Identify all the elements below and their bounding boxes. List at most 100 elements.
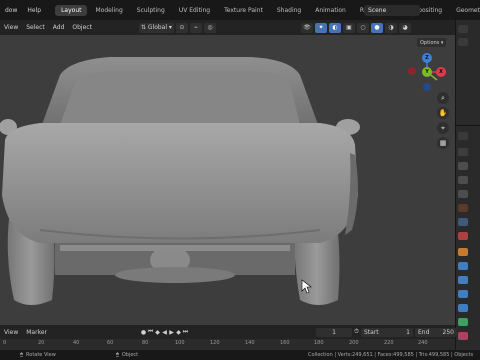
scene-name: Scene [368, 7, 387, 14]
chevron-down-icon: ▾ [167, 24, 172, 31]
tab-texture-paint[interactable]: Texture Paint [218, 5, 269, 16]
ruler-tick: 80 [142, 340, 149, 346]
jump-end-icon[interactable]: ⏭ [182, 328, 189, 337]
gizmo-z-axis[interactable]: Z [422, 53, 432, 63]
modifier-icon[interactable] [458, 262, 468, 270]
ruler-tick: 0 [3, 340, 7, 346]
camera-icon[interactable]: ⌖ [437, 122, 449, 134]
physics-icon[interactable] [458, 290, 468, 298]
play-icon[interactable]: ▶ [168, 328, 175, 337]
material-properties-icon[interactable] [458, 332, 468, 340]
rendered-shading-icon[interactable]: ◕ [399, 22, 411, 33]
perspective-grid-icon[interactable]: ▦ [437, 137, 449, 149]
record-icon[interactable]: ● [140, 328, 147, 337]
timeline-menu-view[interactable]: View [0, 329, 22, 336]
viewport-header: View Select Add Object ⇅ Global ▾ ⊙ ⌁ ◎ … [0, 20, 455, 35]
car-model [0, 57, 360, 305]
visibility-icon[interactable]: 👁 [301, 22, 313, 33]
end-frame-field[interactable]: End 250 [415, 327, 457, 337]
properties-panel [455, 20, 480, 350]
tab-shading[interactable]: Shading [271, 5, 307, 16]
transform-orientation-dropdown[interactable]: ⇅ Global ▾ [138, 22, 174, 33]
tab-modeling[interactable]: Modeling [89, 5, 128, 16]
tab-layout[interactable]: Layout [55, 4, 88, 16]
outliner-filter-icon[interactable] [458, 25, 468, 33]
ruler-tick: 160 [280, 340, 290, 346]
render-properties-icon[interactable] [458, 162, 468, 170]
collection-icon[interactable] [458, 38, 468, 46]
gizmo-neg-x-axis[interactable] [408, 67, 416, 75]
timeline-menu-marker[interactable]: Marker [22, 329, 51, 336]
timeline-header: View Marker ● ⏮ ◆ ◀ ▶ ◆ ⏭ 1 ⏱ Start 1 En… [0, 325, 457, 339]
gizmo-x-axis[interactable]: X [436, 67, 446, 77]
tab-sculpting[interactable]: Sculpting [131, 5, 171, 16]
material-shading-icon[interactable]: ◑ [385, 22, 397, 33]
pan-hand-icon[interactable]: ✋ [437, 107, 449, 119]
stopwatch-icon[interactable]: ⏱ [353, 328, 360, 337]
menu-add[interactable]: Add [49, 24, 69, 31]
tab-geometry-nodes[interactable]: Geometry N [450, 5, 480, 16]
snap-icon[interactable]: ⌁ [189, 22, 202, 33]
gizmo-neg-z-axis[interactable] [423, 83, 431, 91]
ruler-tick: 180 [314, 340, 324, 346]
mouse-icon: 🖱 [115, 352, 119, 358]
output-properties-icon[interactable] [458, 176, 468, 184]
search-icon[interactable] [458, 132, 468, 140]
ruler-tick: 100 [175, 340, 185, 346]
ruler-tick: 220 [384, 340, 394, 346]
start-frame-field[interactable]: Start 1 [361, 327, 413, 337]
pivot-icon[interactable]: ⊙ [175, 22, 188, 33]
object-properties-icon[interactable] [458, 248, 468, 256]
ruler-tick: 200 [349, 340, 359, 346]
jump-start-icon[interactable]: ⏮ [147, 328, 154, 337]
ruler-tick: 120 [210, 340, 220, 346]
ruler-tick: 240 [418, 340, 428, 346]
play-reverse-icon[interactable]: ◀ [161, 328, 168, 337]
prev-keyframe-icon[interactable]: ◆ [154, 328, 161, 337]
ruler-tick: 60 [107, 340, 114, 346]
view-layer-icon[interactable] [458, 190, 468, 198]
menu-view[interactable]: View [0, 24, 22, 31]
solid-shading-icon[interactable]: ● [371, 22, 383, 33]
tool-settings-icon[interactable] [458, 148, 468, 156]
particles-icon[interactable] [458, 276, 468, 284]
options-button[interactable]: Options ▾ [417, 38, 447, 47]
status-bar: 🖱 Rotate View 🖱 Object Collection | Vert… [0, 350, 480, 360]
ruler-tick: 40 [73, 340, 80, 346]
top-bar: dow Help Layout Modeling Sculpting UV Ed… [0, 0, 480, 20]
rear-window [60, 71, 300, 125]
car-body [2, 123, 358, 243]
scene-statistics: Collection | Verts:249,651 | Faces:499,5… [308, 352, 474, 358]
world-properties-icon[interactable] [458, 218, 468, 226]
zoom-icon[interactable]: ⌕ [437, 92, 449, 104]
gizmo-y-axis[interactable]: Y [422, 67, 432, 77]
tool-shelf-toggle[interactable] [2, 37, 8, 47]
menu-object[interactable]: Object [68, 24, 96, 31]
mouse-icon: 🖱 [20, 352, 24, 358]
orientation-icon: ⇅ [140, 24, 148, 31]
timeline-ruler[interactable]: 0 20 40 60 80 100 120 140 160 180 200 22… [0, 339, 455, 350]
ruler-tick: 20 [38, 340, 45, 346]
menu-help[interactable]: Help [22, 7, 46, 14]
status-mid-action: Object [121, 352, 139, 358]
current-frame-field[interactable]: 1 [316, 327, 352, 337]
data-properties-icon[interactable] [458, 318, 468, 326]
chevron-down-icon: ▾ [439, 39, 444, 46]
next-keyframe-icon[interactable]: ◆ [175, 328, 182, 337]
scene-selector[interactable]: Scene [364, 5, 420, 16]
gizmo-toggle-icon[interactable]: ✦ [315, 22, 327, 33]
constraints-icon[interactable] [458, 304, 468, 312]
scene-properties-icon[interactable] [458, 204, 468, 212]
wireframe-shading-icon[interactable]: ○ [357, 22, 369, 33]
menu-window[interactable]: dow [0, 7, 22, 14]
status-left-action: Rotate View [26, 352, 56, 358]
xray-icon[interactable]: ▣ [343, 22, 355, 33]
menu-select[interactable]: Select [22, 24, 49, 31]
3d-viewport[interactable]: X Z Y ⌕ ✋ ⌖ ▦ [0, 35, 455, 325]
ruler-tick: 140 [245, 340, 255, 346]
tab-uv-editing[interactable]: UV Editing [173, 5, 216, 16]
proportional-editing-icon[interactable]: ◎ [203, 22, 216, 33]
collection-properties-icon[interactable] [458, 232, 468, 240]
tab-animation[interactable]: Animation [309, 5, 352, 16]
overlay-toggle-icon[interactable]: ◐ [329, 22, 341, 33]
